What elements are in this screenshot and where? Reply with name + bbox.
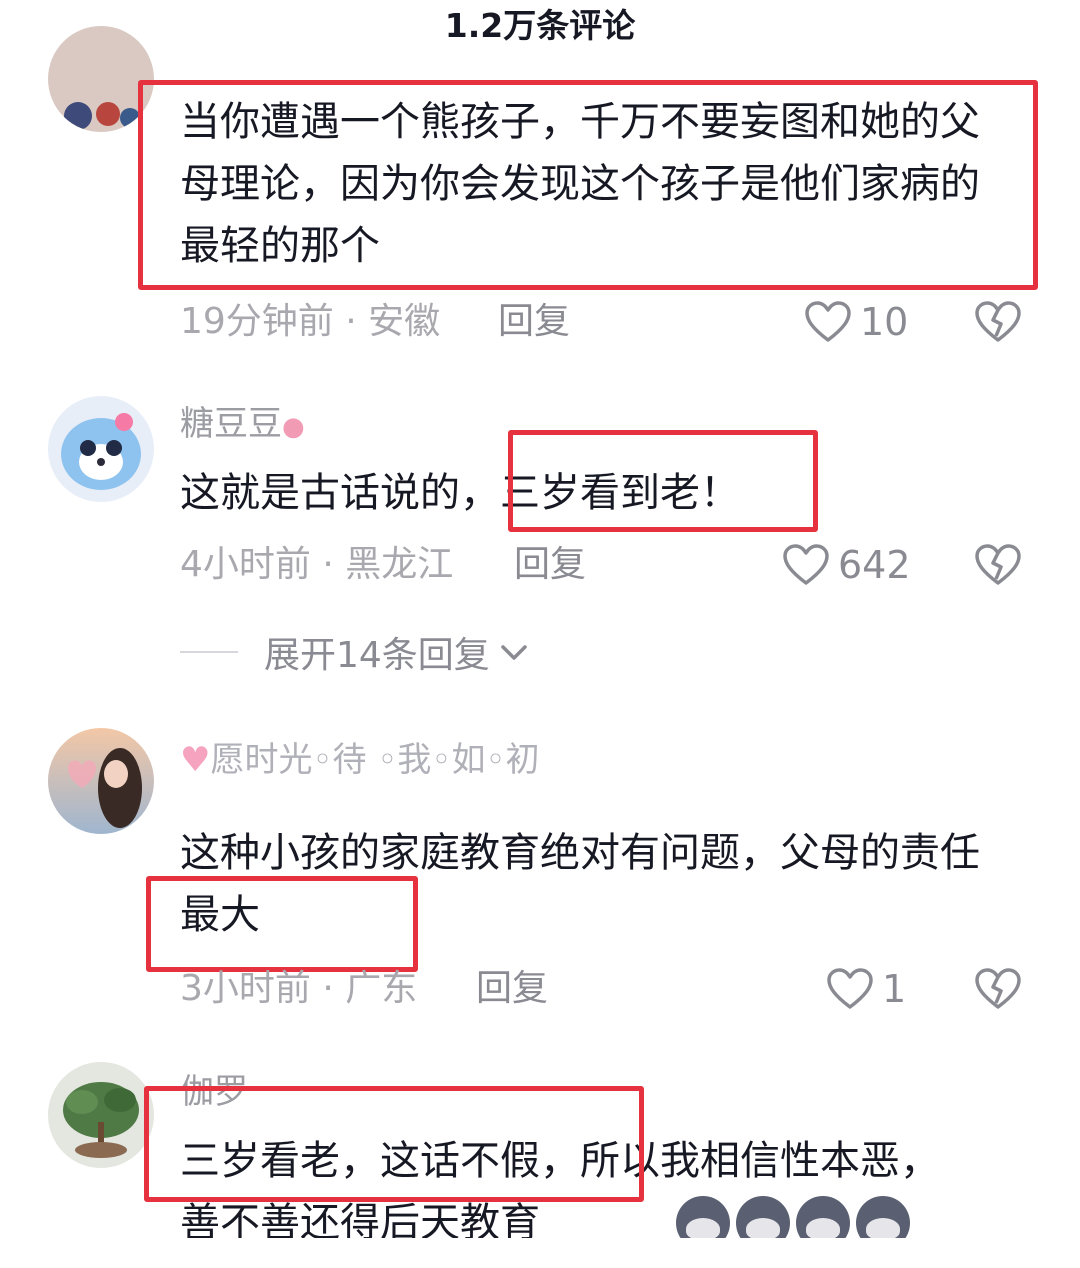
comment-time-location: 4小时前 · 黑龙江 — [180, 544, 454, 585]
broken-heart-icon[interactable] — [974, 967, 1022, 1011]
chevron-down-icon — [501, 645, 527, 660]
heart-outline-icon — [805, 301, 851, 342]
comment-time-location: 3小时前 · 广东 — [180, 968, 418, 1009]
like-count: 642 — [838, 543, 911, 587]
username[interactable]: 糖豆豆● — [180, 402, 305, 449]
broken-heart-icon[interactable] — [974, 300, 1022, 344]
bottom-bar — [0, 1238, 1080, 1268]
expand-replies-label: 展开14条回复 — [264, 635, 490, 676]
avatar[interactable] — [48, 26, 154, 132]
comments-count-title: 1.2万条评论 — [444, 6, 636, 45]
comment-text: 这种小孩的家庭教育绝对有问题，父母的责任最大 — [180, 830, 980, 938]
like-count: 1 — [882, 967, 907, 1011]
avatar[interactable] — [48, 396, 154, 502]
like-button[interactable]: 1 — [826, 965, 906, 1013]
reply-button[interactable]: 回复 — [476, 965, 548, 1013]
like-button[interactable]: 642 — [782, 541, 911, 589]
comment-time-location: 19分钟前 · 安徽 — [180, 301, 441, 342]
username[interactable]: ♥愿时光◦待 ◦我◦如◦初 — [180, 738, 540, 782]
heart-outline-icon — [827, 968, 873, 1009]
broken-heart-icon[interactable] — [974, 543, 1022, 587]
reply-button[interactable]: 回复 — [498, 298, 570, 346]
expand-replies-button[interactable]: 展开14条回复 — [180, 628, 530, 676]
username[interactable]: 伽罗 — [180, 1070, 248, 1114]
like-button[interactable]: 10 — [804, 298, 908, 346]
candy-icon: ● — [282, 412, 305, 442]
avatar[interactable] — [48, 1062, 154, 1168]
reply-button[interactable]: 回复 — [514, 541, 586, 589]
expand-divider — [180, 651, 238, 653]
avatar[interactable] — [48, 728, 154, 834]
comment-text: 当你遭遇一个熊孩子，千万不要妄图和她的父母理论，因为你会发现这个孩子是他们家病的… — [180, 99, 980, 269]
like-count: 10 — [860, 300, 909, 344]
comment-text: 这就是古话说的，三岁看到老！ — [180, 470, 740, 516]
heart-emoji-icon: ♥ — [180, 740, 211, 780]
heart-outline-icon — [783, 544, 829, 585]
